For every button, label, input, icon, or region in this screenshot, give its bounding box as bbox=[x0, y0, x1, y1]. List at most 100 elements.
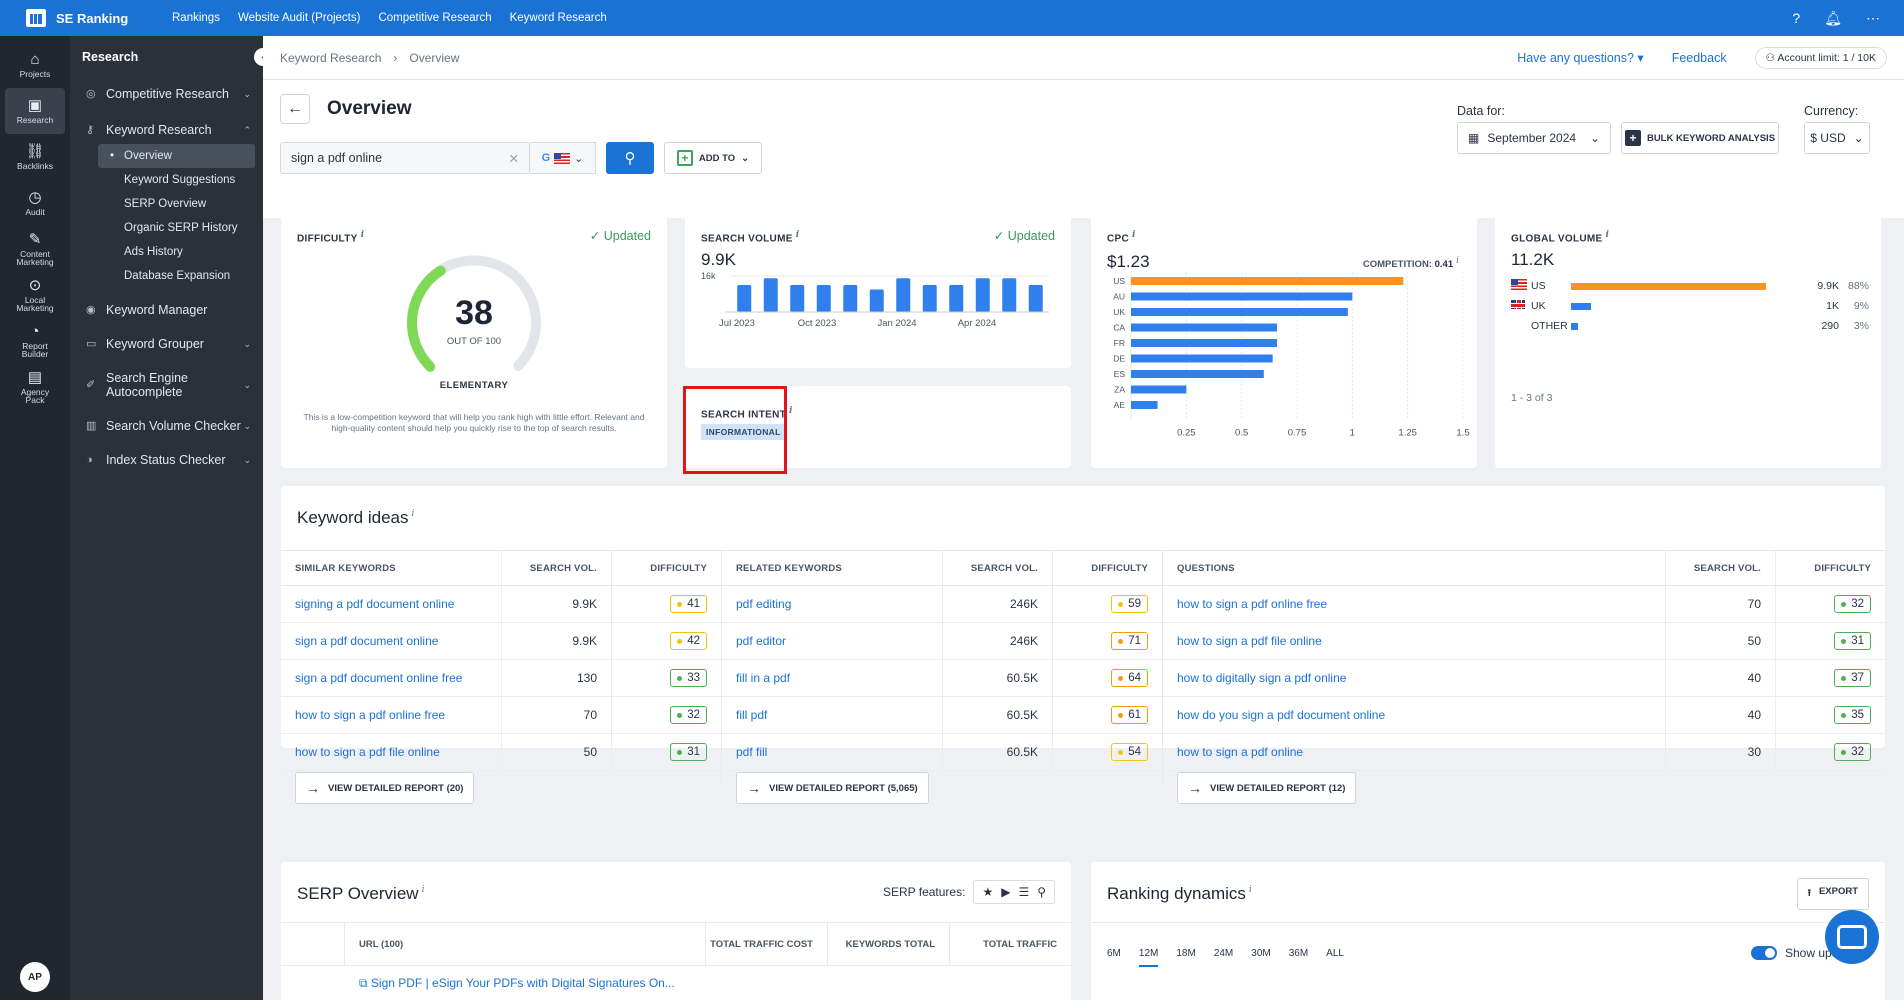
topnav-rankings[interactable]: Rankings bbox=[172, 12, 220, 24]
sidebar-item-search-engine-autocomplete[interactable]: ✐ Search Engine Autocomplete ⌄ bbox=[70, 364, 263, 406]
add-to-button[interactable]: + ADD TO ⌄ bbox=[664, 142, 762, 174]
sidebar-item-keyword-manager[interactable]: ◉ Keyword Manager bbox=[70, 296, 263, 324]
sidebar-item-label: Keyword Research bbox=[106, 123, 212, 137]
rail-audit[interactable]: ◷ Audit bbox=[0, 180, 70, 226]
rail-research[interactable]: ▣ Research bbox=[5, 88, 65, 134]
col-search-vol[interactable]: SEARCH VOL. bbox=[501, 551, 611, 585]
keyword-link[interactable]: pdf editing bbox=[722, 597, 942, 611]
rail-report-builder[interactable]: ◔ Report Builder bbox=[0, 318, 70, 364]
info-icon[interactable]: i bbox=[422, 885, 425, 895]
sidebar-sub-ads-history[interactable]: Ads History bbox=[70, 240, 263, 264]
difficulty-badge: 64 bbox=[1111, 669, 1148, 687]
rail-content-marketing[interactable]: ✎ Content Marketing bbox=[0, 226, 70, 272]
sidebar-item-search-volume-checker[interactable]: ▥ Search Volume Checker ⌄ bbox=[70, 412, 263, 440]
col-difficulty[interactable]: DIFFICULTY bbox=[1052, 551, 1162, 585]
info-icon[interactable]: i bbox=[1249, 885, 1252, 895]
keyword-link[interactable]: pdf editor bbox=[722, 634, 942, 648]
table-header: QUESTIONS SEARCH VOL. DIFFICULTY bbox=[1163, 550, 1885, 586]
keyword-link[interactable]: how to sign a pdf file online bbox=[1163, 634, 1665, 648]
avatar[interactable]: AP bbox=[20, 962, 50, 992]
sidebar-sub-database-expansion[interactable]: Database Expansion bbox=[70, 264, 263, 288]
chat-button[interactable] bbox=[1825, 910, 1879, 964]
keyword-link[interactable]: how to sign a pdf online free bbox=[281, 708, 501, 722]
sidebar-item-index-status-checker[interactable]: ◑ Index Status Checker ⌄ bbox=[70, 446, 263, 474]
view-detailed-report-button[interactable]: → VIEW DETAILED REPORT (5,065) bbox=[736, 772, 929, 804]
range-tab[interactable]: ALL bbox=[1326, 948, 1344, 967]
keyword-link[interactable]: how to digitally sign a pdf online bbox=[1163, 671, 1665, 685]
bulk-keyword-analysis-button[interactable]: + BULK KEYWORD ANALYSIS bbox=[1621, 122, 1779, 154]
col-keyword[interactable]: QUESTIONS bbox=[1163, 563, 1665, 574]
serp-col-keywords[interactable]: KEYWORDS TOTAL bbox=[827, 923, 949, 965]
keyword-search-input[interactable]: sign a pdf online ✕ bbox=[280, 142, 530, 174]
sidebar-item-keyword-research[interactable]: ⚷ Keyword Research ⌃ bbox=[70, 116, 263, 144]
clear-icon[interactable]: ✕ bbox=[509, 151, 519, 166]
search-button[interactable]: ⚲ bbox=[606, 142, 654, 174]
serp-col-traffic[interactable]: TOTAL TRAFFIC bbox=[949, 923, 1071, 965]
keyword-link[interactable]: pdf fill bbox=[722, 745, 942, 759]
toggle-switch[interactable] bbox=[1751, 946, 1777, 960]
keyword-link[interactable]: sign a pdf document online bbox=[281, 634, 501, 648]
keyword-link[interactable]: how to sign a pdf file online bbox=[281, 745, 501, 759]
more-icon[interactable]: ⋯ bbox=[1866, 10, 1880, 27]
rail-backlinks[interactable]: ⛓ Backlinks bbox=[0, 134, 70, 180]
rail-projects[interactable]: ⌂ Projects bbox=[0, 42, 70, 88]
page-title: Overview bbox=[327, 98, 412, 119]
sidebar-sub-overview[interactable]: Overview bbox=[98, 144, 255, 168]
difficulty-value: 64 bbox=[1128, 672, 1141, 684]
info-icon[interactable]: i bbox=[1606, 230, 1610, 240]
date-select[interactable]: ▦ September 2024 ⌄ bbox=[1457, 122, 1611, 154]
range-tab[interactable]: 18M bbox=[1176, 948, 1195, 967]
range-tab[interactable]: 24M bbox=[1214, 948, 1233, 967]
col-difficulty[interactable]: DIFFICULTY bbox=[611, 551, 721, 585]
search-engine-select[interactable]: G ⌄ bbox=[530, 142, 596, 174]
sidebar-item-keyword-grouper[interactable]: ▭ Keyword Grouper ⌄ bbox=[70, 330, 263, 358]
col-difficulty[interactable]: DIFFICULTY bbox=[1775, 551, 1885, 585]
search-volume: 40 bbox=[1665, 697, 1775, 733]
bell-icon[interactable]: 🔔︎ bbox=[1824, 10, 1842, 27]
topnav-website-audit[interactable]: Website Audit (Projects) bbox=[238, 12, 361, 24]
breadcrumb-keyword-research[interactable]: Keyword Research bbox=[280, 51, 381, 65]
keyword-link[interactable]: fill in a pdf bbox=[722, 671, 942, 685]
keyword-link[interactable]: sign a pdf document online free bbox=[281, 671, 501, 685]
keyword-link[interactable]: fill pdf bbox=[722, 708, 942, 722]
rail-local-marketing[interactable]: ⊙ Local Marketing bbox=[0, 272, 70, 318]
difficulty-dot bbox=[1841, 712, 1847, 718]
info-icon[interactable]: i bbox=[412, 509, 415, 519]
rail-agency-pack[interactable]: ▤ Agency Pack bbox=[0, 364, 70, 410]
export-button[interactable]: ⭱ EXPORT bbox=[1796, 878, 1869, 910]
sidebar-sub-serp-overview[interactable]: SERP Overview bbox=[70, 192, 263, 216]
range-tab[interactable]: 6M bbox=[1107, 948, 1121, 967]
keyword-link[interactable]: signing a pdf document online bbox=[281, 597, 501, 611]
serp-features-icons[interactable]: ★ ▶ ☰ ⚲ bbox=[973, 880, 1055, 904]
col-search-vol[interactable]: SEARCH VOL. bbox=[1665, 551, 1775, 585]
sidebar-sub-organic-serp-history[interactable]: Organic SERP History bbox=[70, 216, 263, 240]
range-tab[interactable]: 36M bbox=[1289, 948, 1308, 967]
keyword-link[interactable]: how do you sign a pdf document online bbox=[1163, 708, 1665, 722]
range-tab[interactable]: 30M bbox=[1251, 948, 1270, 967]
currency-select[interactable]: $ USD ⌄ bbox=[1804, 122, 1870, 154]
topnav-competitive-research[interactable]: Competitive Research bbox=[378, 12, 491, 24]
sidebar-item-competitive-research[interactable]: ◎ Competitive Research ⌄ bbox=[70, 80, 263, 108]
topnav-keyword-research[interactable]: Keyword Research bbox=[510, 12, 607, 24]
account-limit-badge[interactable]: ⚇ Account limit: 1 / 10K bbox=[1754, 46, 1887, 69]
serp-col-traffic-cost[interactable]: TOTAL TRAFFIC COST bbox=[705, 923, 827, 965]
view-detailed-report-button[interactable]: → VIEW DETAILED REPORT (12) bbox=[1177, 772, 1357, 804]
col-keyword[interactable]: SIMILAR KEYWORDS bbox=[281, 563, 501, 574]
info-icon[interactable]: i bbox=[361, 230, 365, 240]
sidebar-sub-keyword-suggestions[interactable]: Keyword Suggestions bbox=[70, 168, 263, 192]
feedback-link[interactable]: Feedback bbox=[1672, 51, 1727, 65]
serp-row-url[interactable]: ⧉ Sign PDF | eSign Your PDFs with Digita… bbox=[359, 976, 675, 991]
back-button[interactable]: ← bbox=[280, 94, 310, 124]
questions-link[interactable]: Have any questions? ▾ bbox=[1517, 50, 1644, 65]
keyword-link[interactable]: how to sign a pdf online bbox=[1163, 745, 1665, 759]
app-logo[interactable]: SE Ranking bbox=[0, 9, 160, 27]
serp-col-url[interactable]: URL (100) bbox=[345, 923, 705, 965]
view-detailed-report-button[interactable]: → VIEW DETAILED REPORT (20) bbox=[295, 772, 475, 804]
range-tab[interactable]: 12M bbox=[1138, 948, 1159, 967]
info-icon[interactable]: i bbox=[789, 406, 793, 416]
link-icon: ⛓ bbox=[25, 142, 45, 160]
col-keyword[interactable]: RELATED KEYWORDS bbox=[722, 563, 942, 574]
col-search-vol[interactable]: SEARCH VOL. bbox=[942, 551, 1052, 585]
keyword-link[interactable]: how to sign a pdf online free bbox=[1163, 597, 1665, 611]
help-icon[interactable]: ? bbox=[1792, 10, 1800, 27]
